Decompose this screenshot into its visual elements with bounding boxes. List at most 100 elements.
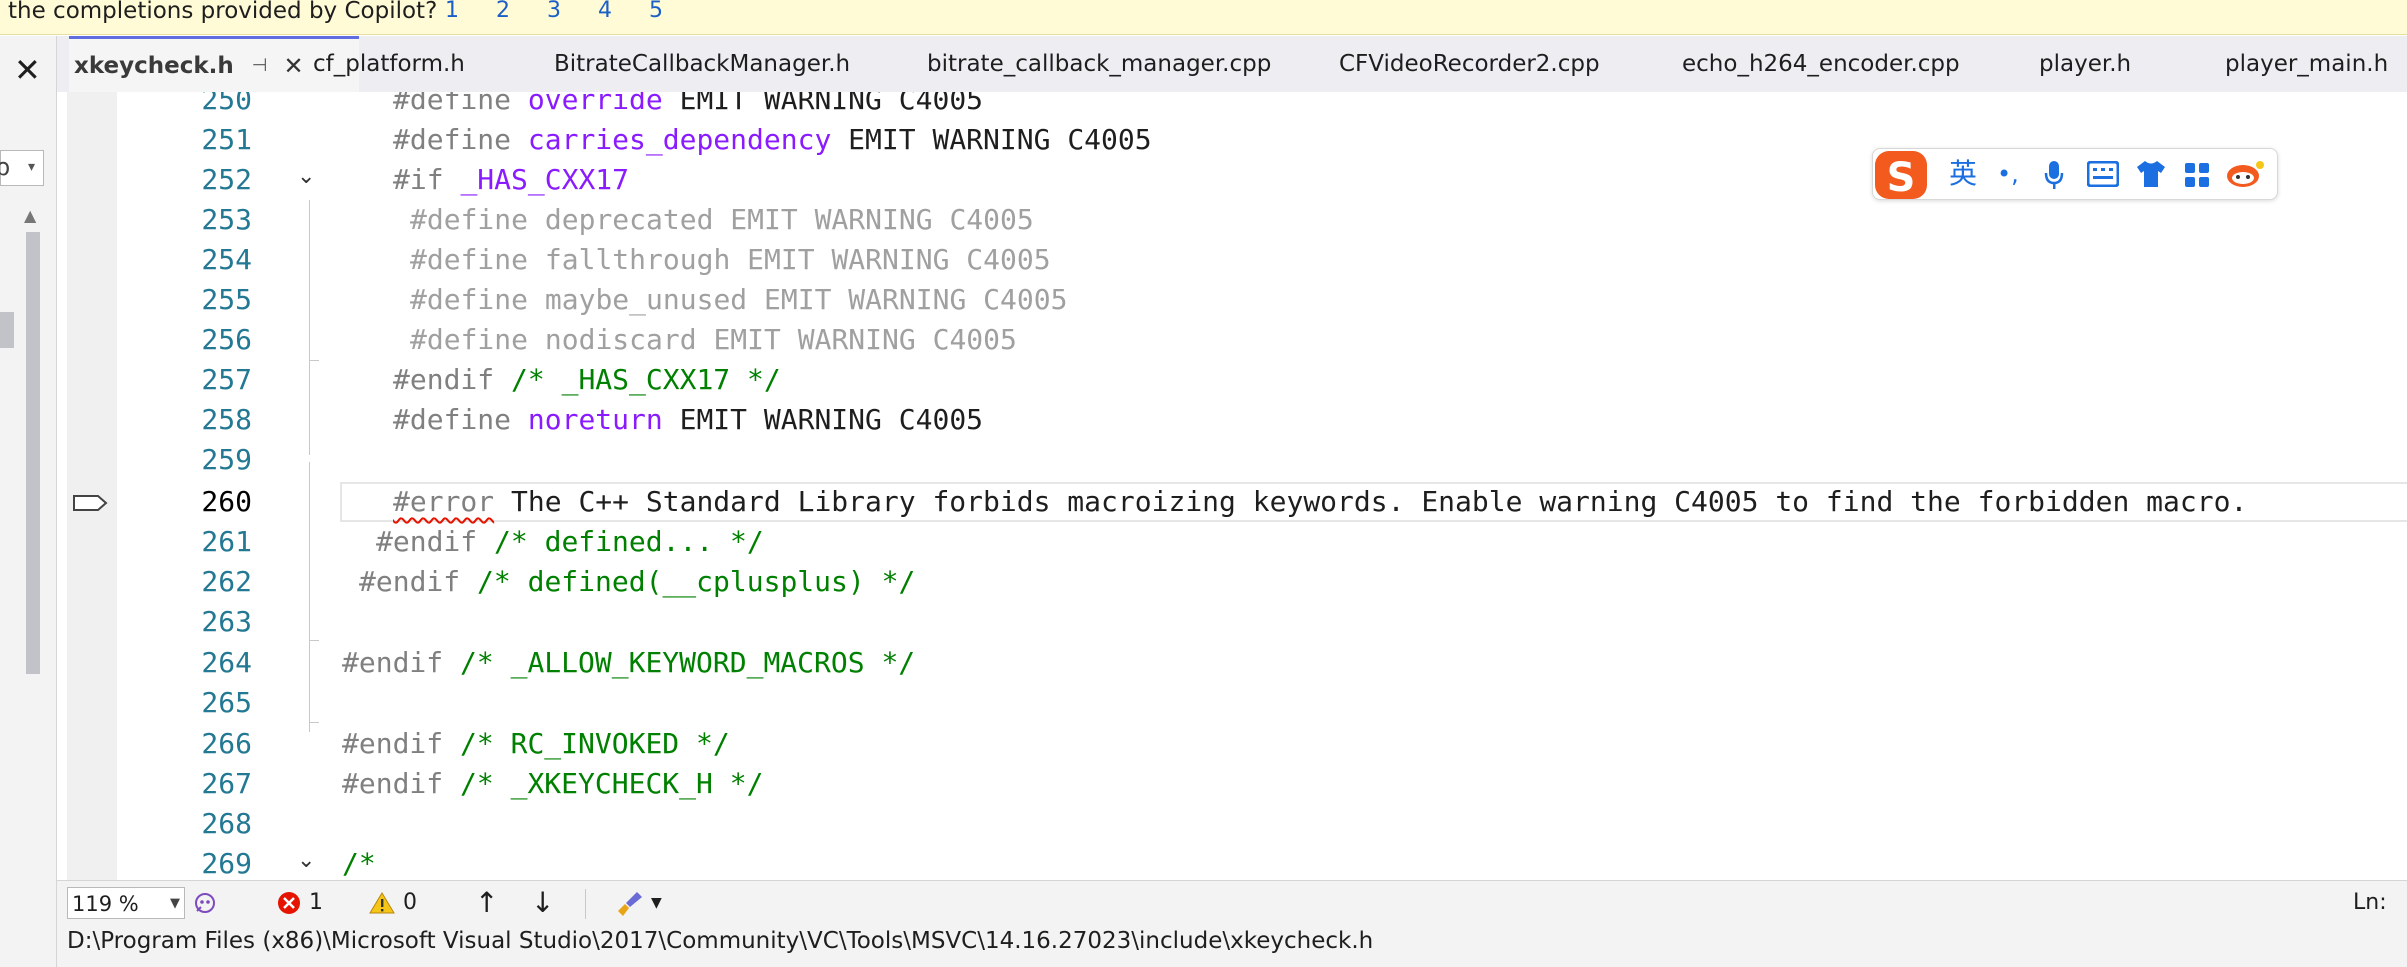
microphone-icon[interactable]	[2043, 159, 2065, 191]
document-tab-bar: xkeycheck.h ⊣ ✕ cf_platform.h BitrateCal…	[57, 36, 2407, 95]
fold-collapse-icon[interactable]: ⌄	[297, 164, 315, 189]
chevron-down-icon: ▼	[170, 896, 180, 911]
tab-label: cf_platform.h	[313, 51, 465, 77]
fold-collapse-icon[interactable]: ⌄	[297, 848, 315, 873]
mascot-icon[interactable]	[2225, 159, 2265, 189]
line-number: 258	[201, 403, 252, 436]
toolbox-grid-icon[interactable]	[2183, 161, 2211, 189]
fold-guide-end	[309, 722, 319, 723]
tab-bitrate-callback-manager-h[interactable]: BitrateCallbackManager.h	[554, 36, 850, 92]
code-editor[interactable]: 250 251 252 253 254 255 256 257 258 259 …	[57, 92, 2407, 880]
code-line-252: #if _HAS_CXX17	[393, 163, 630, 196]
chevron-down-icon: ▾	[28, 159, 36, 175]
tab-label: xkeycheck.h	[74, 52, 234, 79]
rating-options: 1 2 3 4 5	[445, 0, 700, 22]
fold-guide	[309, 200, 310, 455]
tab-player-main-h[interactable]: player_main.h	[2225, 36, 2388, 92]
line-number: 262	[201, 565, 252, 598]
rating-option-5[interactable]: 5	[649, 0, 700, 22]
ime-language-toggle[interactable]: 英	[1949, 157, 1977, 191]
status-divider	[585, 889, 586, 919]
tab-cf-platform[interactable]: cf_platform.h	[313, 36, 465, 92]
code-line-250: #define override EMIT WARNING C4005	[393, 92, 984, 116]
selection-marker	[0, 312, 14, 348]
pin-icon[interactable]: ⊣	[252, 55, 268, 76]
previous-issue-arrow-icon[interactable]: ↑	[475, 885, 498, 921]
scroll-up-arrow-icon[interactable]: ▲	[24, 206, 36, 225]
warning-icon[interactable]	[369, 891, 395, 915]
chevron-down-icon[interactable]: ▼	[651, 885, 662, 921]
tab-label: player.h	[2039, 51, 2132, 77]
tab-label: echo_h264_encoder.cpp	[1682, 51, 1960, 77]
fold-guide-end	[309, 640, 319, 641]
rating-option-3[interactable]: 3	[547, 0, 598, 22]
ime-punctuation-toggle[interactable]: •,	[1997, 157, 2019, 191]
line-number: 267	[201, 767, 252, 800]
tab-label: BitrateCallbackManager.h	[554, 51, 851, 77]
close-icon[interactable]: ✕	[14, 54, 41, 86]
tab-bitrate-callback-manager-cpp[interactable]: bitrate_callback_manager.cpp	[927, 36, 1271, 92]
line-number: 254	[201, 243, 252, 276]
line-number: 265	[201, 686, 252, 719]
next-issue-arrow-icon[interactable]: ↓	[531, 885, 554, 921]
line-number: 253	[201, 203, 252, 236]
error-icon[interactable]	[277, 891, 301, 915]
code-line-253: #define deprecated EMIT WARNING C4005	[410, 203, 1034, 236]
tab-cfvideorecorder2[interactable]: CFVideoRecorder2.cpp	[1339, 36, 1600, 92]
file-path: D:\Program Files (x86)\Microsoft Visual …	[67, 928, 1374, 954]
tab-echo-h264-encoder[interactable]: echo_h264_encoder.cpp	[1682, 36, 1960, 92]
code-line-251: #define carries_dependency EMIT WARNING …	[393, 123, 1152, 156]
line-number: 252	[201, 163, 252, 196]
code-line-262: #endif /* defined(__cplusplus) */	[359, 565, 916, 598]
editor-status-bar: 119 % ▼ 1 0 ↑ ↓ ▼ Ln: 26	[57, 880, 2407, 951]
sogou-logo-icon[interactable]: S	[1871, 147, 1933, 203]
code-line-267: #endif /* _XKEYCHECK_H */	[342, 767, 764, 800]
search-icon: ρ	[0, 153, 11, 181]
tab-player-h[interactable]: player.h	[2039, 36, 2131, 92]
search-dropdown[interactable]: ρ ▾	[0, 150, 44, 186]
line-number: 250	[201, 92, 252, 116]
close-tab-icon[interactable]: ✕	[283, 52, 303, 80]
error-squiggle[interactable]: #error	[393, 485, 494, 518]
line-number: 255	[201, 283, 252, 316]
svg-text:S: S	[1887, 155, 1916, 201]
indicator-margin	[67, 92, 117, 880]
rating-option-2[interactable]: 2	[496, 0, 547, 22]
line-number: 256	[201, 323, 252, 356]
ime-toolbar: S 英 •,	[1871, 147, 2278, 203]
code-line-255: #define maybe_unused EMIT WARNING C4005	[410, 283, 1068, 316]
line-number: 264	[201, 646, 252, 679]
rating-option-4[interactable]: 4	[598, 0, 649, 22]
code-line-266: #endif /* RC_INVOKED */	[342, 727, 730, 760]
line-number: 251	[201, 123, 252, 156]
zoom-dropdown[interactable]: 119 % ▼	[67, 887, 185, 919]
scrollbar-thumb[interactable]	[26, 232, 40, 674]
line-number: 259	[201, 443, 252, 476]
fold-guide-end	[309, 360, 319, 361]
copilot-feedback-infobar: the completions provided by Copilot? 1 2…	[0, 0, 2407, 35]
infobar-message: the completions provided by Copilot?	[8, 0, 438, 24]
error-count[interactable]: 1	[309, 885, 323, 921]
code-line-254: #define fallthrough EMIT WARNING C4005	[410, 243, 1051, 276]
zoom-value: 119 %	[72, 892, 139, 916]
line-number: 257	[201, 363, 252, 396]
line-number-current: 260	[201, 485, 252, 518]
rating-option-1[interactable]: 1	[445, 0, 496, 22]
warning-count[interactable]: 0	[403, 885, 417, 921]
line-number: 261	[201, 525, 252, 558]
line-number: 263	[201, 605, 252, 638]
code-line-264: #endif /* _ALLOW_KEYWORD_MACROS */	[342, 646, 916, 679]
code-line-261: #endif /* defined... */	[376, 525, 764, 558]
tab-label: bitrate_callback_manager.cpp	[927, 51, 1272, 77]
code-line-258: #define noreturn EMIT WARNING C4005	[393, 403, 984, 436]
current-statement-marker-icon	[73, 495, 108, 511]
line-number: 269	[201, 847, 252, 880]
tab-label: CFVideoRecorder2.cpp	[1339, 51, 1600, 77]
tab-label: player_main.h	[2225, 51, 2389, 77]
copilot-sparkle-icon[interactable]	[193, 889, 221, 919]
keyboard-icon[interactable]	[2087, 161, 2119, 187]
code-line-269: /*	[342, 847, 376, 880]
skin-shirt-icon[interactable]	[2135, 159, 2167, 189]
line-number: 268	[201, 807, 252, 840]
code-cleanup-brush-icon[interactable]	[615, 889, 645, 919]
